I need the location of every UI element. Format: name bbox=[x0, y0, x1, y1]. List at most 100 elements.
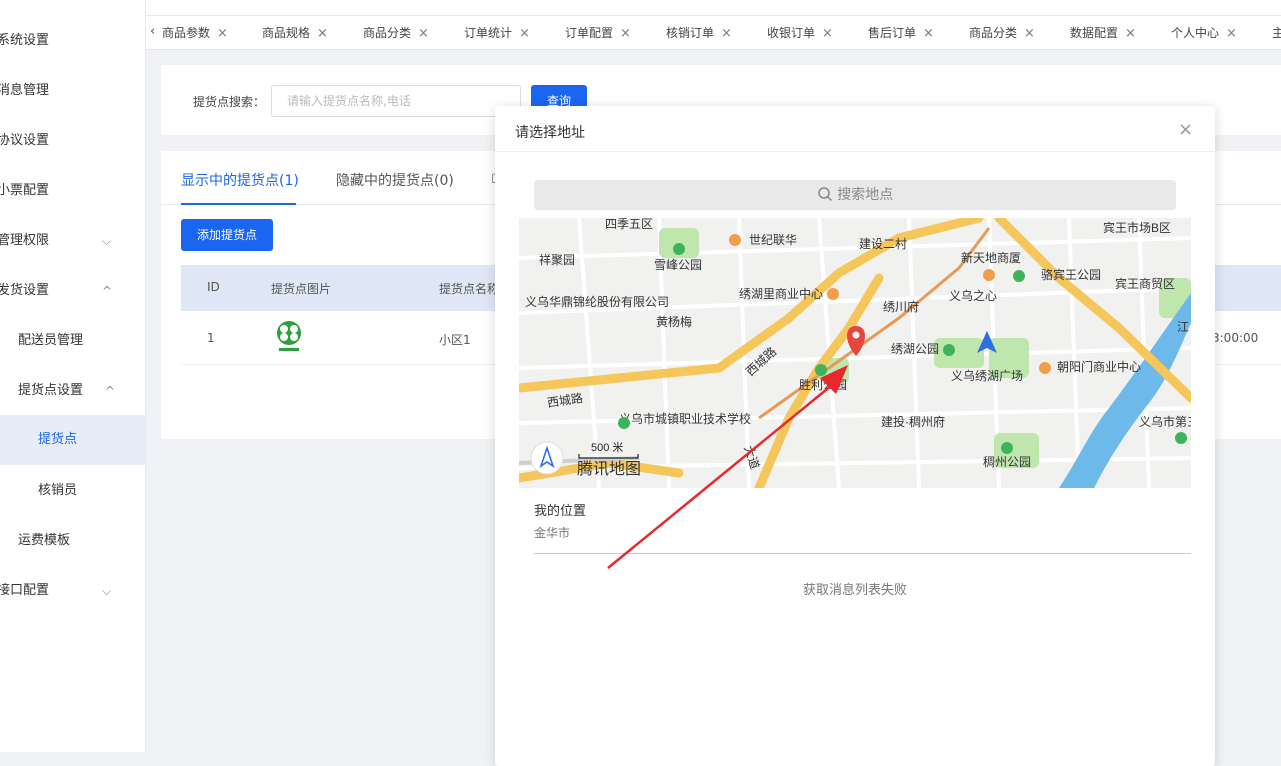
tabs-bar: ‹ 商品参数 × 商品规格 × 商品分类 × 订单统计 × 订单配置 × 核销订单 × 收银… bbox=[146, 16, 1281, 50]
map-label: 建设二村 bbox=[859, 237, 907, 251]
chevron-left-icon[interactable]: ‹ bbox=[150, 16, 155, 48]
sidebar-item-receipt-config[interactable]: 小票配置 bbox=[0, 166, 142, 216]
tab-data-config[interactable]: 数据配置 × bbox=[1070, 16, 1136, 49]
sidebar-item-label: 小票配置 bbox=[0, 183, 50, 198]
top-header bbox=[146, 0, 1281, 16]
pickup-point-image bbox=[277, 321, 301, 351]
tab-label: 商品分类 bbox=[969, 26, 1018, 40]
sidebar-item-label: 提货点设置 bbox=[18, 383, 84, 398]
tab-shown-pickup-points[interactable]: 显示中的提货点(1) bbox=[181, 170, 299, 190]
map-label: 绣湖里商业中心 bbox=[739, 286, 823, 301]
dialog-divider bbox=[495, 151, 1215, 152]
active-tab-indicator bbox=[181, 203, 296, 205]
row-name: 小区1 bbox=[439, 333, 471, 347]
tab-label: 订单配置 bbox=[565, 26, 614, 40]
close-icon[interactable]: × bbox=[923, 26, 934, 41]
close-icon[interactable]: × bbox=[1226, 26, 1237, 41]
map-label: 宾王商贸区 bbox=[1115, 276, 1175, 291]
sidebar-item-shipping-settings[interactable]: 发货设置 ^ bbox=[0, 266, 142, 316]
tab-product-params[interactable]: 商品参数 × bbox=[162, 16, 228, 49]
map-canvas: 四季五区 世纪联华 建设二村 宾王市场B区 祥聚园 雪峰公园 新天地商厦 骆宾王… bbox=[519, 218, 1191, 488]
close-icon[interactable]: × bbox=[620, 26, 631, 41]
sidebar-item-pickup-point[interactable]: 提货点 bbox=[0, 415, 145, 465]
map-label: 义乌之心 bbox=[949, 288, 997, 303]
sidebar-item-agreement-settings[interactable]: 协议设置 bbox=[0, 116, 142, 166]
close-icon[interactable]: × bbox=[217, 26, 228, 41]
tab-label: 商品分类 bbox=[363, 26, 412, 40]
map-search-input[interactable]: 搜索地点 bbox=[534, 180, 1176, 210]
list-divider bbox=[534, 553, 1191, 554]
tab-aftersale-orders[interactable]: 售后订单 × bbox=[868, 16, 934, 49]
sidebar-item-freight-template[interactable]: 运费模板 bbox=[0, 516, 145, 566]
tab-label: 商品参数 bbox=[162, 26, 211, 40]
map-search-placeholder: 搜索地点 bbox=[837, 187, 894, 203]
map-label: 胜利公园 bbox=[799, 377, 847, 392]
search-input[interactable]: 请输入提货点名称,电话 bbox=[271, 85, 521, 117]
sidebar-item-system-settings[interactable]: 系统设置 bbox=[0, 16, 142, 66]
map-label: 义乌华鼎锦纶股份有限公司 bbox=[525, 294, 669, 309]
add-pickup-point-button[interactable]: 添加提货点 bbox=[181, 219, 273, 251]
map-label: 绣湖公园 bbox=[891, 341, 939, 356]
column-header-name: 提货点名称 bbox=[439, 282, 500, 296]
map-label: 雪峰公园 bbox=[654, 258, 702, 272]
map-brand: 腾讯地图 bbox=[577, 460, 641, 478]
tab-home[interactable]: 主 bbox=[1272, 16, 1281, 49]
map-view[interactable]: 四季五区 世纪联华 建设二村 宾王市场B区 祥聚园 雪峰公园 新天地商厦 骆宾王… bbox=[519, 218, 1191, 488]
tab-order-stats[interactable]: 订单统计 × bbox=[464, 16, 530, 49]
map-label: 义乌市第三 bbox=[1139, 414, 1191, 429]
map-label: 稠州公园 bbox=[983, 455, 1031, 469]
sidebar-item-message-management[interactable]: 消息管理 bbox=[0, 66, 142, 116]
sidebar-item-courier-management[interactable]: 配送员管理 bbox=[0, 316, 145, 366]
map-label: 朝阳门商业中心 bbox=[1057, 359, 1141, 374]
tab-label: 核销订单 bbox=[666, 26, 715, 40]
tab-product-category[interactable]: 商品分类 × bbox=[363, 16, 429, 49]
sidebar: 系统设置 消息管理 协议设置 小票配置 管理权限 ⌵ 发货设置 ^ 配送员管理 提货… bbox=[0, 0, 146, 752]
sidebar-item-api-config[interactable]: 接口配置 ⌵ bbox=[0, 566, 142, 616]
close-icon[interactable]: × bbox=[418, 26, 429, 41]
tab-personal-center[interactable]: 个人中心 × bbox=[1171, 16, 1237, 49]
map-label: 黄杨梅 bbox=[656, 314, 692, 329]
search-label: 提货点搜索： bbox=[193, 95, 266, 109]
sidebar-item-label: 核销员 bbox=[38, 483, 78, 498]
close-icon[interactable]: × bbox=[317, 26, 328, 41]
close-icon[interactable]: × bbox=[1178, 119, 1193, 140]
tab-label: 收银订单 bbox=[767, 26, 816, 40]
tab-product-specs[interactable]: 商品规格 × bbox=[262, 16, 328, 49]
tab-label: 数据配置 bbox=[1070, 26, 1119, 40]
map-label: 骆宾王公园 bbox=[1041, 267, 1101, 282]
my-location-city: 金华市 bbox=[534, 526, 571, 540]
tab-product-category-2[interactable]: 商品分类 × bbox=[969, 16, 1035, 49]
chevron-up-icon: ^ bbox=[105, 384, 116, 398]
dialog-title: 请选择地址 bbox=[515, 125, 585, 141]
tab-order-config[interactable]: 订单配置 × bbox=[565, 16, 631, 49]
map-label: 宾王市场B区 bbox=[1103, 220, 1171, 235]
sidebar-item-permissions[interactable]: 管理权限 ⌵ bbox=[0, 216, 142, 266]
close-icon[interactable]: × bbox=[822, 26, 833, 41]
sidebar-item-verifier[interactable]: 核销员 bbox=[0, 466, 145, 516]
map-scale-label: 500 米 bbox=[591, 441, 623, 454]
tab-verify-orders[interactable]: 核销订单 × bbox=[666, 16, 732, 49]
sidebar-item-label: 提货点 bbox=[38, 432, 78, 447]
sidebar-item-label: 管理权限 bbox=[0, 233, 50, 248]
tab-label: 个人中心 bbox=[1171, 26, 1220, 40]
close-icon[interactable]: × bbox=[519, 26, 530, 41]
sidebar-item-pickup-settings[interactable]: 提货点设置 ^ bbox=[0, 366, 145, 416]
map-label: 新天地商厦 bbox=[961, 250, 1021, 265]
tab-label: 售后订单 bbox=[868, 26, 917, 40]
close-icon[interactable]: × bbox=[1125, 26, 1136, 41]
my-location-label[interactable]: 我的位置 bbox=[534, 500, 586, 519]
tab-cashier-orders[interactable]: 收银订单 × bbox=[767, 16, 833, 49]
map-label: 世纪联华 bbox=[749, 233, 797, 247]
select-address-dialog: 请选择地址 × 搜索地点 四季五区 世纪联华 建设二村 宾王市场B区 祥聚园 雪… bbox=[495, 106, 1215, 766]
tab-hidden-pickup-points[interactable]: 隐藏中的提货点(0) bbox=[336, 170, 454, 190]
column-header-image: 提货点图片 bbox=[271, 282, 332, 296]
sidebar-item-label: 接口配置 bbox=[0, 583, 50, 598]
close-icon[interactable]: × bbox=[1024, 26, 1035, 41]
row-id: 1 bbox=[207, 331, 215, 345]
search-icon bbox=[818, 187, 832, 202]
sidebar-item-label: 系统设置 bbox=[0, 33, 50, 48]
map-label: 义乌绣湖广场 bbox=[951, 368, 1023, 383]
close-icon[interactable]: × bbox=[721, 26, 732, 41]
empty-list-message: 获取消息列表失败 bbox=[802, 583, 907, 598]
tab-label: 商品规格 bbox=[262, 26, 311, 40]
